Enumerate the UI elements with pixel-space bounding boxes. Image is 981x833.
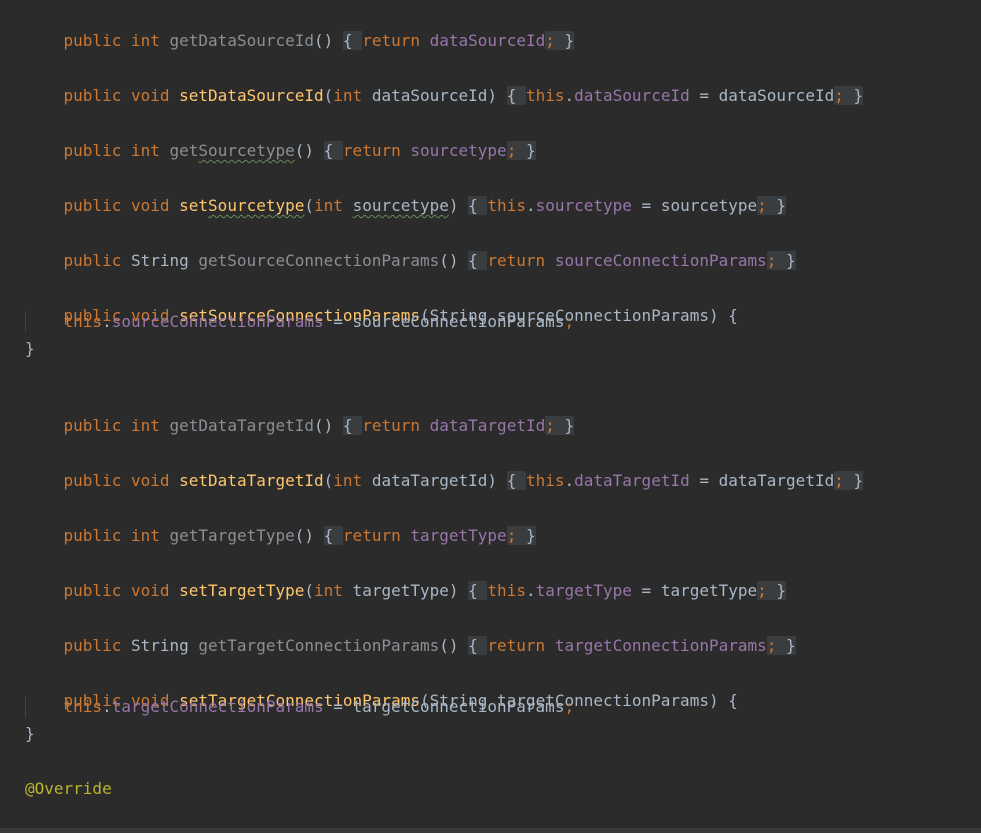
code-line-getter-target-type[interactable]: public int getTargetType() { return targ… [25, 503, 536, 545]
code-line-getter-source-connection-params[interactable]: public String getSourceConnectionParams(… [25, 228, 796, 270]
folded-brace[interactable]: { [506, 86, 526, 105]
code-line-setter-source-connection-params[interactable]: public void setSourceConnectionParams(St… [25, 283, 738, 325]
folded-brace[interactable]: ; } [766, 636, 796, 655]
folded-brace[interactable]: { [468, 581, 488, 600]
code-line-setter-data-source-id[interactable]: public void setDataSourceId(int dataSour… [25, 63, 864, 105]
folded-brace[interactable]: ; } [506, 526, 536, 545]
method-get-source-connection-params: getSourceConnectionParams [198, 251, 440, 270]
method-get-data-source-id: getDataSourceId [169, 31, 315, 50]
code-line-getter-data-target-id[interactable]: public int getDataTargetId() { return da… [25, 393, 575, 435]
code-line-getter-sourcetype[interactable]: public int getSourcetype() { return sour… [25, 118, 536, 160]
code-line-getter-target-connection-params[interactable]: public String getTargetConnectionParams(… [25, 613, 796, 655]
folded-brace[interactable]: { [342, 31, 363, 50]
method-get-target-connection-params: getTargetConnectionParams [198, 636, 440, 655]
folded-brace[interactable]: ; } [766, 251, 796, 270]
code-line-getter-data-source-id[interactable]: public int getDataSourceId() { return da… [25, 8, 575, 50]
method-set-target-type: setTargetType [179, 581, 305, 600]
folded-brace[interactable]: { [323, 141, 343, 160]
folded-brace[interactable]: { [468, 251, 488, 270]
method-set-data-source-id: setDataSourceId [179, 86, 324, 105]
folded-brace[interactable]: ; } [834, 471, 864, 490]
folded-brace[interactable]: ; } [545, 31, 575, 50]
folded-brace[interactable]: ; } [545, 416, 575, 435]
method-get-sourcetype: getSourcetype [169, 141, 295, 160]
folded-brace[interactable]: { [323, 526, 343, 545]
horizontal-scrollbar[interactable] [0, 828, 981, 833]
folded-brace[interactable]: { [468, 636, 488, 655]
folded-brace[interactable]: { [342, 416, 363, 435]
folded-brace[interactable]: { [506, 471, 526, 490]
folded-brace[interactable]: ; } [757, 196, 787, 215]
code-line-setter-target-connection-params[interactable]: public void setTargetConnectionParams(St… [25, 668, 738, 710]
folded-brace[interactable]: { [468, 196, 488, 215]
code-line-setter-sourcetype[interactable]: public void setSourcetype(int sourcetype… [25, 173, 787, 215]
method-set-data-target-id: setDataTargetId [179, 471, 324, 490]
code-line-setter-data-target-id[interactable]: public void setDataTargetId(int dataTarg… [25, 448, 864, 490]
code-editor[interactable]: public int getDataSourceId() { return da… [0, 0, 981, 833]
code-line-closing-brace[interactable]: } [25, 723, 35, 745]
method-get-data-target-id: getDataTargetId [169, 416, 315, 435]
code-line-setter-target-type[interactable]: public void setTargetType(int targetType… [25, 558, 787, 600]
keyword-public: public [63, 31, 122, 50]
code-line-closing-brace[interactable]: } [25, 338, 35, 360]
code-line-annotation-override[interactable]: @Override [25, 778, 112, 800]
keyword-int: int [130, 31, 160, 50]
folded-brace[interactable]: ; } [757, 581, 787, 600]
code-line-assign-source-connection-params[interactable]: this.sourceConnectionParams = sourceConn… [25, 311, 575, 333]
method-set-sourcetype: setSourcetype [179, 196, 305, 215]
code-line-to-string[interactable]: public String toString() { [25, 806, 314, 833]
folded-brace[interactable]: ; } [506, 141, 536, 160]
code-line-assign-target-connection-params[interactable]: this.targetConnectionParams = targetConn… [25, 696, 575, 718]
folded-brace[interactable]: ; } [834, 86, 864, 105]
method-get-target-type: getTargetType [169, 526, 295, 545]
